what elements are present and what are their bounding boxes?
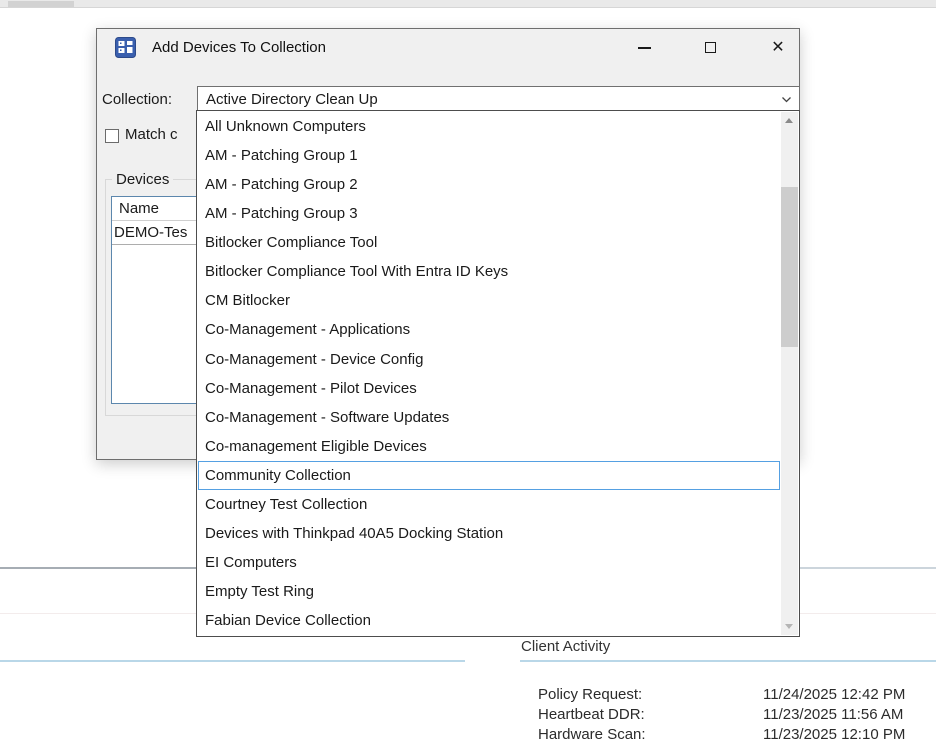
match-checkbox[interactable]	[105, 129, 119, 143]
heartbeat-ddr-value: 11/23/2025 11:56 AM	[763, 706, 903, 723]
collection-combobox[interactable]: Active Directory Clean Up	[197, 86, 800, 113]
hardware-scan-label: Hardware Scan:	[538, 726, 646, 741]
devices-groupbox-label: Devices	[112, 171, 173, 188]
dropdown-item[interactable]: Co-Management - Device Config	[198, 345, 780, 374]
dropdown-item[interactable]: AM - Patching Group 2	[198, 170, 780, 199]
maximize-icon	[705, 42, 716, 53]
minimize-button[interactable]	[625, 29, 663, 66]
dropdown-item[interactable]: All Unknown Computers	[198, 112, 780, 141]
dropdown-item[interactable]: Bitlocker Compliance Tool	[198, 228, 780, 257]
scroll-down-icon[interactable]	[781, 618, 798, 635]
dropdown-item[interactable]: Fabian Device Collection	[198, 606, 780, 635]
client-activity-heading: Client Activity	[521, 638, 610, 655]
dropdown-item[interactable]: Co-management Eligible Devices	[198, 432, 780, 461]
client-activity-row: Policy Request: 11/24/2025 12:42 PM	[538, 686, 936, 706]
dropdown-scrollbar-thumb[interactable]	[781, 187, 798, 347]
collection-combobox-value: Active Directory Clean Up	[206, 87, 378, 112]
collection-field-label: Collection:	[102, 86, 172, 113]
heartbeat-ddr-label: Heartbeat DDR:	[538, 706, 645, 723]
dropdown-item[interactable]: EI Computers	[198, 548, 780, 577]
scroll-up-icon[interactable]	[781, 112, 798, 129]
dropdown-item[interactable]: Devices with Thinkpad 40A5 Docking Stati…	[198, 519, 780, 548]
client-activity-row: Heartbeat DDR: 11/23/2025 11:56 AM	[538, 706, 936, 726]
dropdown-item[interactable]: AM - Patching Group 3	[198, 199, 780, 228]
dropdown-scrollbar[interactable]	[781, 112, 798, 635]
match-checkbox-label: Match c	[125, 126, 178, 143]
background-section-underline	[0, 660, 465, 662]
client-activity-row: Hardware Scan: 11/23/2025 12:10 PM	[538, 726, 936, 741]
dropdown-item[interactable]: Co-Management - Software Updates	[198, 403, 780, 432]
device-name-cell: DEMO-Tes	[114, 221, 187, 244]
close-icon: ✕	[759, 29, 797, 66]
chevron-down-icon	[781, 96, 792, 103]
policy-request-value: 11/24/2025 12:42 PM	[763, 686, 905, 703]
client-activity-underline	[520, 660, 936, 662]
minimize-icon	[638, 47, 651, 49]
maximize-button[interactable]	[691, 29, 729, 66]
dropdown-item[interactable]: Co-Management - Applications	[198, 315, 780, 344]
hardware-scan-value: 11/23/2025 12:10 PM	[763, 726, 905, 741]
background-horizontal-scrollbar[interactable]	[0, 0, 936, 8]
dialog-titlebar[interactable]: Add Devices To Collection ✕	[97, 29, 799, 66]
policy-request-label: Policy Request:	[538, 686, 642, 703]
dropdown-item[interactable]: AM - Patching Group 1	[198, 141, 780, 170]
dropdown-items: All Unknown Computers AM - Patching Grou…	[198, 112, 780, 635]
dropdown-item[interactable]: Empty Test Ring	[198, 577, 780, 606]
dropdown-item-focused[interactable]: Community Collection	[198, 461, 780, 490]
dialog-title: Add Devices To Collection	[152, 29, 326, 66]
collection-dropdown-list: All Unknown Computers AM - Patching Grou…	[196, 110, 800, 637]
collection-app-icon	[115, 37, 136, 58]
dropdown-item[interactable]: Courtney Test Collection	[198, 490, 780, 519]
dropdown-item[interactable]: Bitlocker Compliance Tool With Entra ID …	[198, 257, 780, 286]
dropdown-item[interactable]: Co-Management - Pilot Devices	[198, 374, 780, 403]
dropdown-item[interactable]: CM Bitlocker	[198, 286, 780, 315]
close-button[interactable]: ✕	[759, 29, 797, 66]
background-divider-line	[800, 567, 936, 569]
name-column-header[interactable]: Name	[119, 197, 159, 221]
background-scrollbar-thumb[interactable]	[8, 1, 74, 7]
screen: Client Activity Policy Request: 11/24/20…	[0, 0, 936, 741]
